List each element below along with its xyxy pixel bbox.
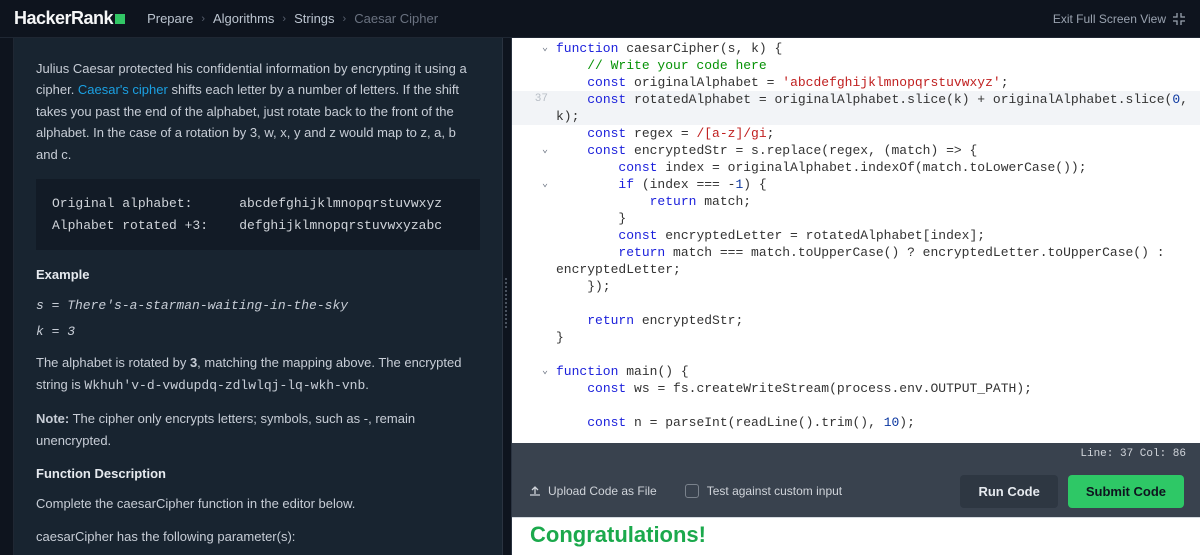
alphabet-example: Original alphabet: abcdefghijklmnopqrstu…: [36, 179, 480, 250]
pane-resize-handle[interactable]: [502, 38, 512, 555]
crumb-prepare[interactable]: Prepare: [147, 11, 193, 26]
code-line[interactable]: }: [512, 329, 1200, 346]
code-line[interactable]: ⌄function main() {: [512, 363, 1200, 380]
code-line[interactable]: // Write your code here: [512, 57, 1200, 74]
breadcrumb: Prepare › Algorithms › Strings › Caesar …: [147, 11, 438, 26]
problem-panel: Julius Caesar protected his confidential…: [14, 38, 502, 555]
chevron-right-icon: ›: [282, 13, 286, 25]
fold-icon[interactable]: ⌄: [542, 142, 548, 159]
code-line[interactable]: 37 const rotatedAlphabet = originalAlpha…: [512, 91, 1200, 108]
code-line[interactable]: return match;: [512, 193, 1200, 210]
fold-icon[interactable]: ⌄: [542, 40, 548, 57]
crumb-strings[interactable]: Strings: [294, 11, 334, 26]
code-line[interactable]: const regex = /[a-z]/gi;: [512, 125, 1200, 142]
code-line[interactable]: const ws = fs.createWriteStream(process.…: [512, 380, 1200, 397]
crumb-algorithms[interactable]: Algorithms: [213, 11, 274, 26]
collapse-icon: [1172, 12, 1186, 26]
run-code-button[interactable]: Run Code: [960, 475, 1057, 508]
example-heading: Example: [36, 264, 480, 285]
logo[interactable]: HackerRank: [14, 8, 125, 29]
upload-icon: [528, 484, 542, 498]
fd-heading: Function Description: [36, 463, 480, 484]
custom-input-label: Test against custom input: [707, 484, 842, 498]
chevron-right-icon: ›: [201, 13, 205, 25]
code-line[interactable]: ⌄function caesarCipher(s, k) {: [512, 40, 1200, 57]
chevron-right-icon: ›: [343, 13, 347, 25]
submit-code-button[interactable]: Submit Code: [1068, 475, 1184, 508]
code-line[interactable]: k);: [512, 108, 1200, 125]
topbar: HackerRank Prepare › Algorithms › String…: [0, 0, 1200, 38]
editor-statusbar: Line: 37 Col: 86: [512, 443, 1200, 465]
code-line[interactable]: const encryptedLetter = rotatedAlphabet[…: [512, 227, 1200, 244]
code-line[interactable]: const index = originalAlphabet.indexOf(m…: [512, 159, 1200, 176]
action-bar: Upload Code as File Test against custom …: [512, 465, 1200, 517]
code-panel: ⌄function caesarCipher(s, k) { // Write …: [512, 38, 1200, 555]
code-line[interactable]: const n = parseInt(readLine().trim(), 10…: [512, 414, 1200, 431]
cipher-link[interactable]: Caesar's cipher: [78, 82, 168, 97]
code-line[interactable]: [512, 295, 1200, 312]
code-line[interactable]: encryptedLetter;: [512, 261, 1200, 278]
code-line[interactable]: });: [512, 278, 1200, 295]
code-line[interactable]: return match === match.toUpperCase() ? e…: [512, 244, 1200, 261]
code-line[interactable]: ⌄ if (index === -1) {: [512, 176, 1200, 193]
code-line[interactable]: const originalAlphabet = 'abcdefghijklmn…: [512, 74, 1200, 91]
exit-fullscreen-button[interactable]: Exit Full Screen View: [1053, 12, 1186, 26]
fold-icon[interactable]: ⌄: [542, 176, 548, 193]
code-line[interactable]: [512, 397, 1200, 414]
upload-code-button[interactable]: Upload Code as File: [528, 484, 657, 498]
code-editor[interactable]: ⌄function caesarCipher(s, k) { // Write …: [512, 38, 1200, 443]
code-line[interactable]: ⌄ const encryptedStr = s.replace(regex, …: [512, 142, 1200, 159]
sidebar-tabs[interactable]: [0, 38, 14, 555]
example-s: s = There's-a-starman-waiting-in-the-sky: [36, 294, 480, 316]
fold-icon[interactable]: ⌄: [542, 363, 548, 380]
result-banner: Congratulations!: [512, 517, 1200, 555]
code-line[interactable]: }: [512, 210, 1200, 227]
crumb-current: Caesar Cipher: [354, 11, 438, 26]
custom-input-checkbox[interactable]: [685, 484, 699, 498]
code-line[interactable]: [512, 346, 1200, 363]
logo-square-icon: [115, 14, 125, 24]
example-k: k = 3: [36, 320, 480, 342]
code-line[interactable]: return encryptedStr;: [512, 312, 1200, 329]
